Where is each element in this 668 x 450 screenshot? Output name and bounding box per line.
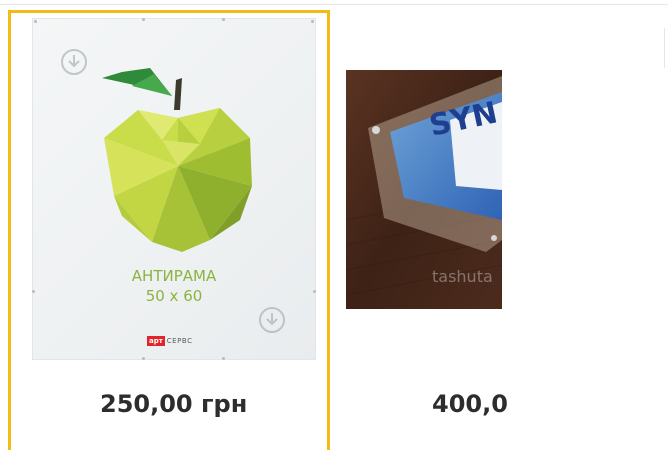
clip-pin (142, 357, 145, 360)
brand-logo: арт СЕРВС (147, 334, 193, 348)
clip-pin (222, 357, 225, 360)
logo-box: арт (147, 336, 165, 346)
image-title-line2: 50 х 60 (145, 287, 203, 305)
clip-pin (34, 20, 37, 23)
product-price: 250,00 грн (100, 390, 248, 418)
next-card-edge (664, 28, 668, 68)
product-price: 400,0 (432, 390, 508, 418)
acrylic-sign-photo: SYN tashuta (346, 70, 502, 309)
clip-pin (311, 20, 314, 23)
logo-text: СЕРВС (166, 337, 193, 345)
watermark-text: tashuta (432, 267, 493, 286)
clip-pin (222, 18, 225, 21)
product-image-antirama[interactable]: АНТИРАМА 50 х 60 арт СЕРВС (32, 18, 316, 360)
clip-pin (142, 18, 145, 21)
apple-illustration (102, 68, 252, 252)
product-image-acrylic-sign[interactable]: SYN tashuta (346, 70, 502, 309)
download-badge-icon (61, 49, 87, 75)
top-divider (0, 4, 668, 5)
image-title-line1: АНТИРАМА (131, 267, 217, 285)
download-badge-icon (259, 307, 285, 333)
